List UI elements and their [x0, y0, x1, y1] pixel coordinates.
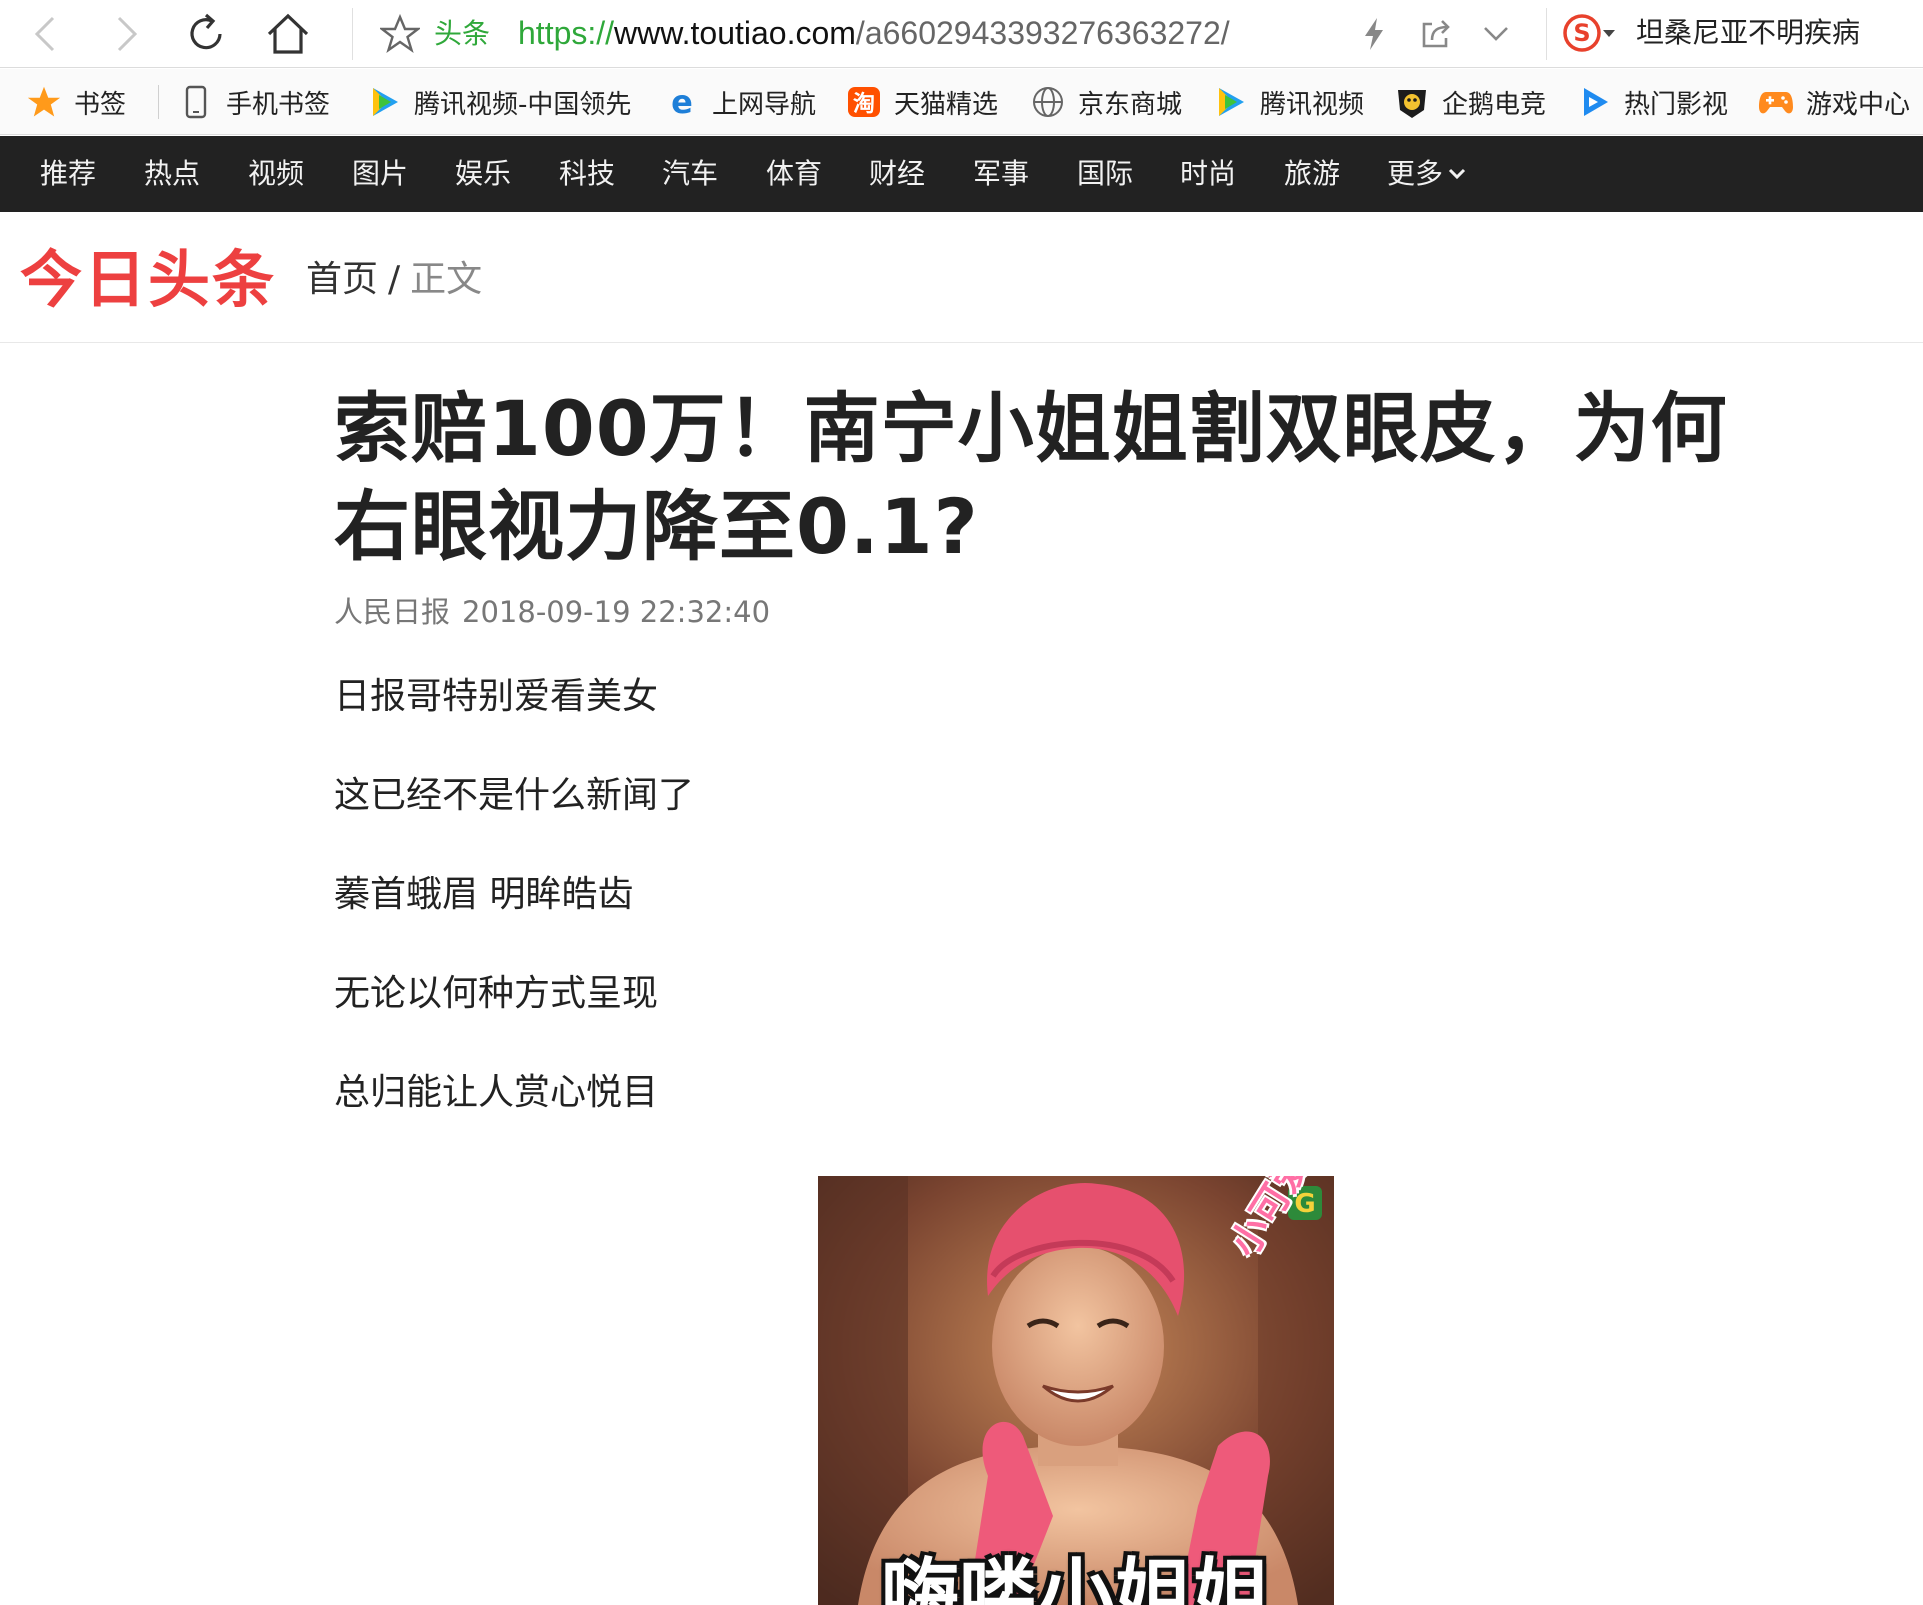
chevron-down-icon	[1484, 27, 1508, 41]
article-paragraph: 总归能让人赏心悦目	[334, 1072, 659, 1113]
article-source[interactable]: 人民日报	[334, 595, 450, 629]
star-icon	[26, 84, 62, 120]
svg-text:S: S	[1573, 19, 1590, 47]
back-button[interactable]	[16, 6, 76, 62]
channel-tab[interactable]: 推荐	[40, 136, 96, 212]
article-datetime: 2018-09-19 22:32:40	[462, 595, 771, 629]
breadcrumb-home-link[interactable]: 首页	[306, 259, 378, 300]
bookmark-item[interactable]: 腾讯视频-中国领先	[366, 79, 636, 125]
caret-down-icon	[1603, 30, 1615, 37]
url-field[interactable]: https://www.toutiao.com/a660294339327636…	[518, 10, 1230, 56]
gamepad-icon	[1758, 84, 1794, 120]
channel-tab[interactable]: 视频	[248, 136, 304, 212]
channel-more-label: 更多	[1387, 157, 1444, 190]
channel-tab[interactable]: 科技	[559, 136, 615, 212]
channel-tab[interactable]: 热点	[144, 136, 200, 212]
channel-tab[interactable]: 娱乐	[455, 136, 511, 212]
article: 索赔100万！南宁小姐姐割双眼皮，为何右眼视力降至0.1? 人民日报 2018-0…	[334, 380, 1794, 1155]
sogou-logo-icon: S	[1563, 14, 1601, 52]
channel-tab[interactable]: 财经	[869, 136, 925, 212]
bookmark-item[interactable]: 腾讯视频	[1212, 79, 1364, 125]
speed-mode-button[interactable]	[1350, 10, 1398, 58]
bookmark-item[interactable]: 手机书签	[178, 79, 330, 125]
bookmark-item[interactable]: 热门影视	[1576, 79, 1728, 125]
taobao-icon: 淘	[846, 84, 882, 120]
penguin-esports-icon	[1394, 84, 1430, 120]
article-paragraph: 日报哥特别爱看美女	[334, 676, 659, 717]
ie-icon: e	[664, 84, 700, 120]
url-protocol: https://	[518, 15, 615, 51]
bookmarks-bar: 书签 手机书签 腾讯视频-中国领先 e 上网导航 淘 天猫精选 京东商城 腾讯视…	[0, 69, 1923, 135]
chevron-left-icon	[34, 16, 55, 52]
article-paragraph: 这已经不是什么新闻了	[334, 775, 695, 816]
svg-text:e: e	[671, 85, 693, 119]
bookmark-item[interactable]: 游戏中心	[1758, 79, 1910, 125]
home-button[interactable]	[258, 6, 318, 62]
bookmark-star-button[interactable]	[376, 10, 424, 58]
channel-tab[interactable]: 军事	[973, 136, 1029, 212]
reload-icon	[190, 13, 222, 50]
url-dropdown-button[interactable]	[1472, 10, 1520, 58]
star-outline-icon	[380, 14, 420, 53]
url-path: /a6602943393276363272/	[855, 15, 1230, 51]
phone-icon	[178, 84, 214, 120]
share-button[interactable]	[1412, 10, 1460, 58]
channel-tab[interactable]: 时尚	[1180, 136, 1236, 212]
bookmark-item[interactable]: 京东商城	[1030, 79, 1182, 125]
channel-tab[interactable]: 体育	[766, 136, 822, 212]
article-title: 索赔100万！南宁小姐姐割双眼皮，为何右眼视力降至0.1?	[334, 384, 1728, 571]
bookmark-item[interactable]: 书签	[26, 79, 126, 125]
address-bar: 头条 https://www.toutiao.com/a660294339327…	[0, 0, 1923, 68]
tencent-video-icon	[1212, 84, 1248, 120]
bookmark-item[interactable]: 企鹅电竞	[1394, 79, 1546, 125]
breadcrumb: 首页 / 正文	[306, 258, 482, 302]
share-icon	[1422, 20, 1450, 48]
tencent-video-icon	[366, 84, 402, 120]
chevron-right-icon	[117, 16, 138, 52]
search-engine-button[interactable]: S	[1562, 8, 1616, 58]
url-host: www.toutiao.com	[614, 15, 856, 51]
article-paragraph: 无论以何种方式呈现	[334, 973, 659, 1014]
site-label: 头条	[434, 17, 491, 50]
channel-tab[interactable]: 汽车	[662, 136, 718, 212]
bookmark-item[interactable]: e 上网导航	[664, 79, 816, 125]
channel-more-button[interactable]: 更多	[1387, 136, 1467, 212]
breadcrumb-current: 正文	[410, 259, 483, 300]
play-icon	[1576, 84, 1612, 120]
article-meta: 人民日报 2018-09-19 22:32:40	[334, 592, 1794, 632]
reload-button[interactable]	[176, 6, 236, 62]
home-icon	[267, 13, 309, 54]
lightning-icon	[1365, 18, 1383, 50]
channel-tab[interactable]: 旅游	[1284, 136, 1340, 212]
chevron-down-icon	[1448, 168, 1466, 180]
breadcrumb-separator: /	[388, 259, 401, 300]
article-body: 日报哥特别爱看美女 这已经不是什么新闻了 蓁首蛾眉 明眸皓齿 无论以何种方式呈现…	[334, 660, 1794, 1155]
channel-tab[interactable]: 国际	[1077, 136, 1133, 212]
forward-button[interactable]	[96, 6, 156, 62]
image-caption: 嗨喽小姐姐	[880, 1551, 1271, 1605]
svg-text:淘: 淘	[853, 91, 875, 117]
channel-nav: 推荐 热点 视频 图片 娱乐 科技 汽车 体育 财经 军事 国际 时尚 旅游 更…	[0, 136, 1923, 212]
channel-tab[interactable]: 图片	[352, 136, 408, 212]
article-image[interactable]: G 小可爱 嗨喽小姐姐	[818, 1176, 1334, 1605]
search-input[interactable]: 坦桑尼亚不明疾病	[1636, 10, 1860, 56]
bookmark-item[interactable]: 淘 天猫精选	[846, 79, 998, 125]
site-header: 今日头条 首页 / 正文	[0, 212, 1923, 343]
toutiao-logo[interactable]: 今日头条	[20, 242, 276, 318]
article-paragraph: 蓁首蛾眉 明眸皓齿	[334, 874, 634, 915]
globe-icon	[1030, 84, 1066, 120]
